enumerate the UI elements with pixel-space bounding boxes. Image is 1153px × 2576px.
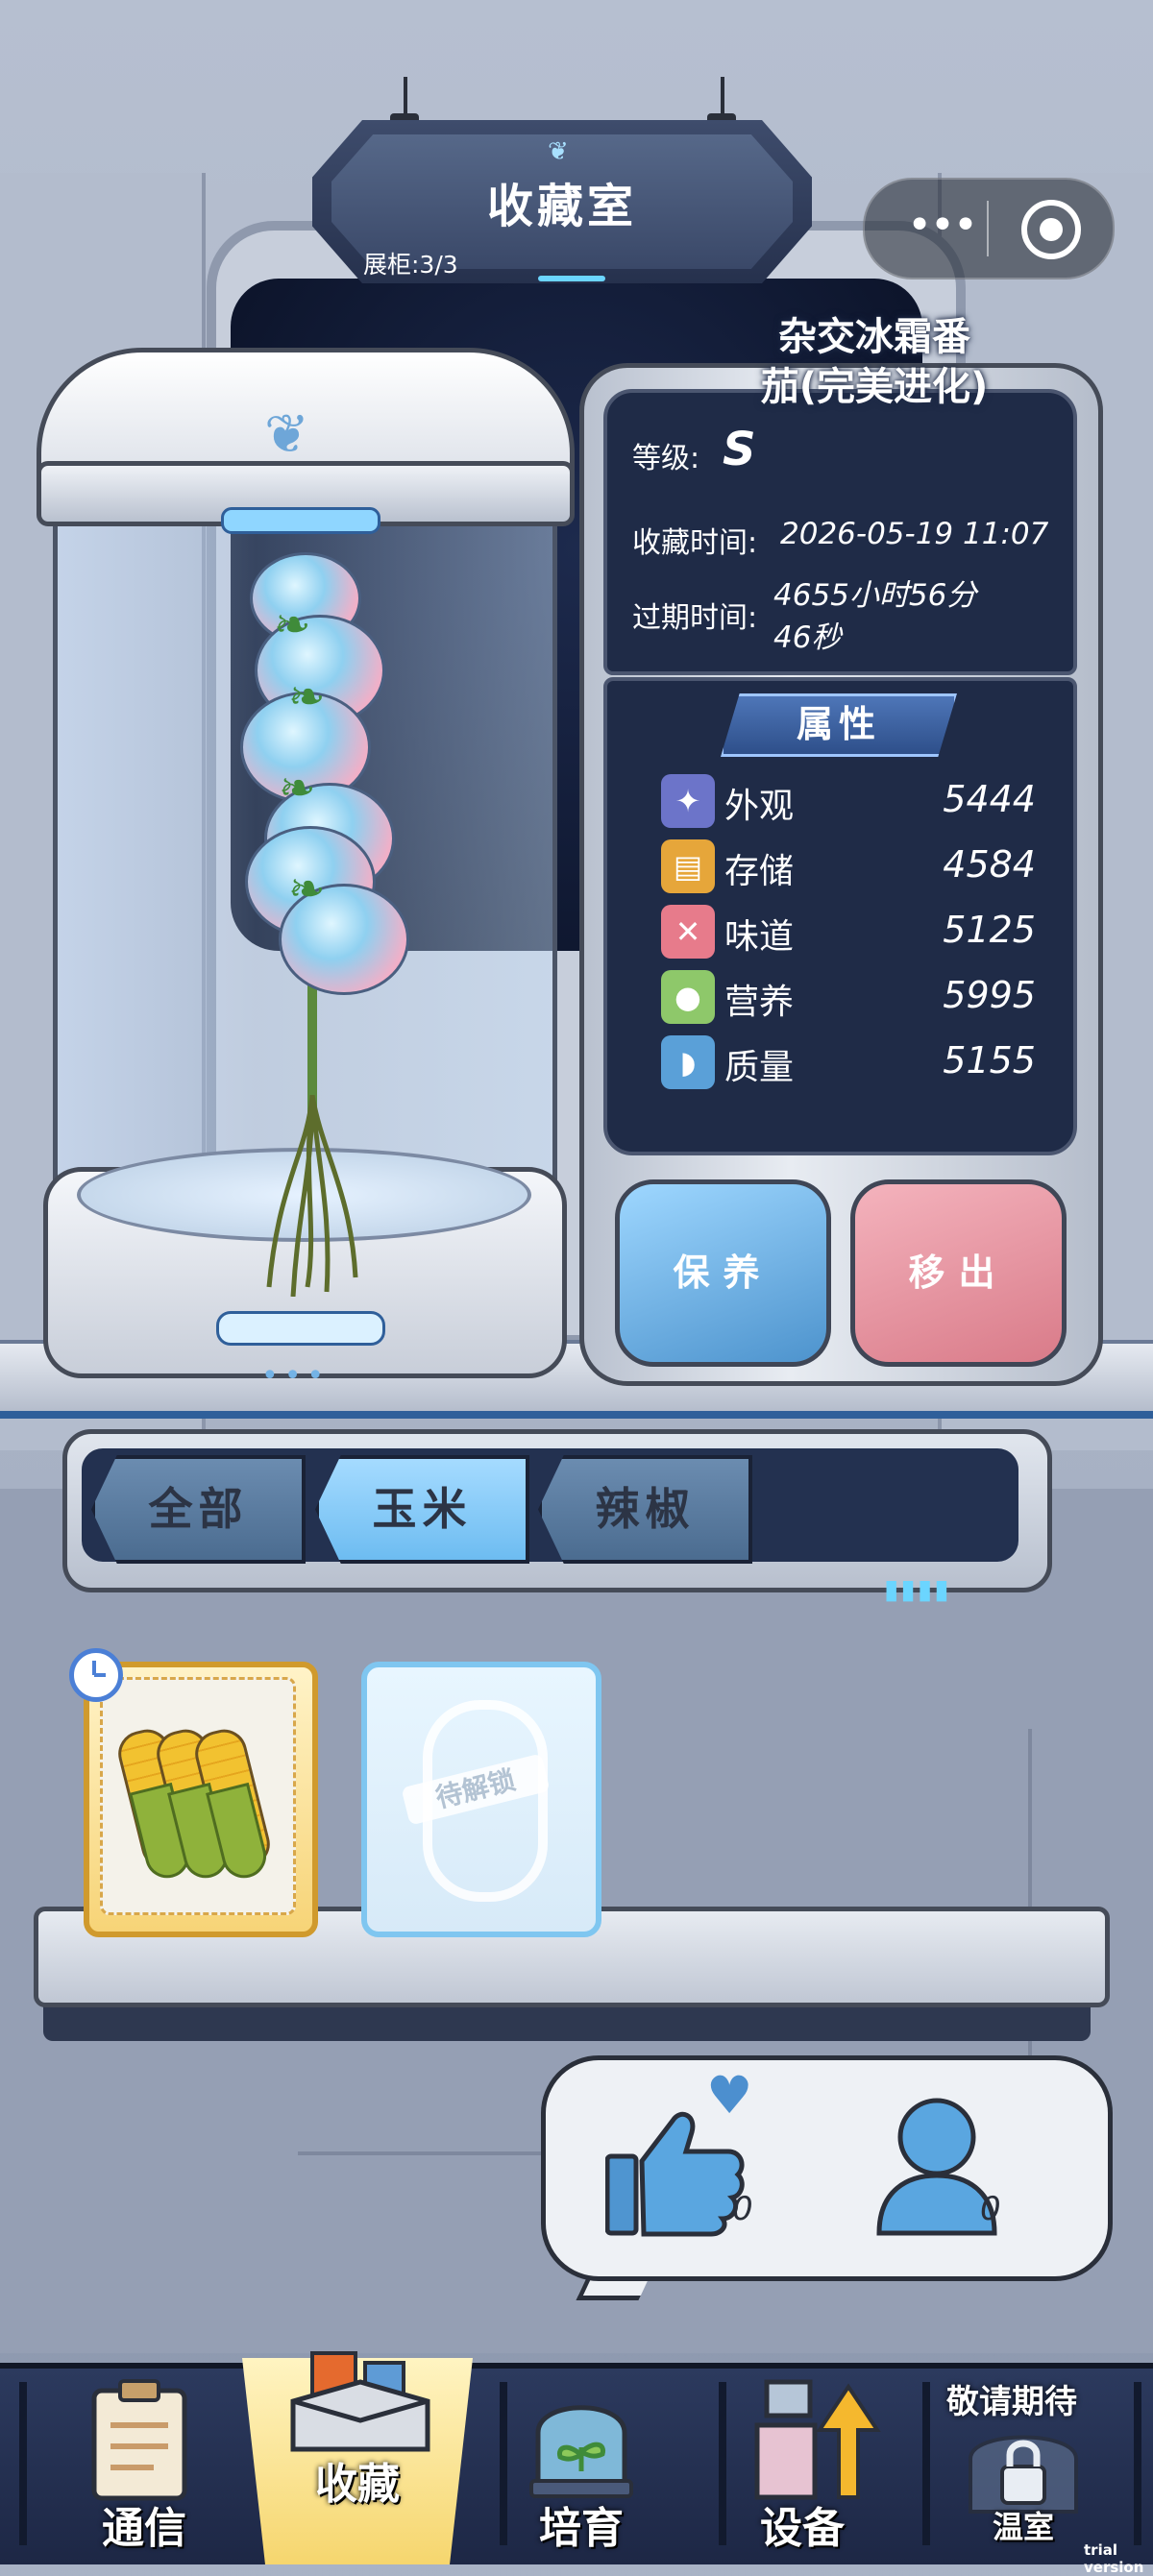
attribute-name: 营养 (724, 983, 795, 1022)
target-circle-icon[interactable] (1021, 200, 1081, 259)
shelf-edge (43, 2003, 1091, 2041)
attribute-value: 5125 (943, 909, 1036, 951)
jar-base-dots: ••• (261, 1359, 331, 1393)
attribute-value: 5155 (943, 1039, 1036, 1081)
attribute-value: 5444 (943, 778, 1036, 820)
attribute-row: ● 营养 5995 (661, 968, 1045, 1028)
attribute-name: 存储 (724, 852, 795, 891)
nav-divider (719, 2382, 726, 2545)
jar-lid-light (221, 507, 380, 534)
muscle-icon: ◗ (661, 1035, 715, 1089)
nav-label-communication: 通信 (102, 2504, 186, 2553)
page-title: 收藏室 (486, 180, 637, 233)
nav-label-breeding: 培育 (539, 2504, 624, 2553)
nav-label-collection: 收藏 (315, 2460, 400, 2509)
nav-divider (19, 2382, 27, 2545)
attribute-name: 质量 (724, 1048, 795, 1087)
plant-name-line1: 杂交冰霜番 (778, 315, 970, 359)
plant-name: 杂交冰霜番 茄(完美进化) (711, 312, 1038, 412)
sign-light (538, 276, 605, 281)
attribute-name: 外观 (724, 787, 795, 826)
jar-base-light (216, 1311, 385, 1346)
leaf-icon: ❧ (288, 670, 326, 722)
expire-time-line1: 4655小时56分 (773, 578, 977, 613)
trial-watermark: trial version (1084, 2541, 1144, 2576)
floor-line (298, 2151, 567, 2155)
leaf-icon: ❧ (288, 863, 326, 914)
tab-all[interactable]: 全部 (91, 1455, 306, 1564)
coming-soon-label: 敬请期待 (946, 2383, 1077, 2421)
attribute-name: 味道 (724, 917, 795, 957)
sparkle-icon: ✦ (661, 774, 715, 828)
tab-corn[interactable]: 玉米 (315, 1455, 529, 1564)
expire-time-line2: 46秒 (773, 620, 842, 655)
nav-divider (922, 2382, 930, 2545)
upgrade-arrow-icon (754, 2379, 881, 2500)
attribute-row: ▤ 存储 4584 (661, 838, 1045, 897)
expire-time-label: 过期时间: (632, 601, 758, 635)
leaf-icon: ❧ (279, 762, 316, 814)
like-count: 0 (732, 2190, 753, 2228)
nav-label-equipment: 设备 (760, 2504, 845, 2553)
tab-chili[interactable]: 辣椒 (538, 1455, 752, 1564)
utensils-icon: ✕ (661, 905, 715, 959)
remove-button[interactable]: 移出 (850, 1179, 1067, 1367)
grade-label: 等级: (632, 442, 700, 475)
plant-roots (266, 1095, 358, 1297)
nav-label-greenhouse: 温室 (992, 2509, 1054, 2545)
attribute-row: ✦ 外观 5444 (661, 772, 1045, 832)
clock-icon (69, 1648, 123, 1702)
nav-divider (1134, 2382, 1141, 2545)
visitor-count: 0 (980, 2190, 1001, 2228)
attribute-row: ◗ 质量 5155 (661, 1033, 1045, 1093)
collect-time-label: 收藏时间: (632, 526, 758, 560)
attribute-value: 5995 (943, 974, 1036, 1016)
cabinet-count: 展柜:3/3 (363, 251, 458, 279)
leaf-icon: ❧ (274, 598, 311, 650)
lock-icon (969, 2435, 1078, 2514)
heart-icon: ♥ (706, 2065, 753, 2126)
more-dots-icon[interactable]: ••• (898, 199, 985, 256)
collect-time-value: 2026-05-19 11:07 (780, 517, 1049, 551)
attributes-title: 属性 (721, 693, 957, 757)
filter-decoration: ▮▮▮▮ (884, 1573, 951, 1605)
leaf-icon: ❦ (548, 137, 569, 166)
attribute-row: ✕ 味道 5125 (661, 903, 1045, 962)
clipboard-icon (91, 2379, 187, 2501)
apple-icon: ● (661, 970, 715, 1024)
box-icon: ▤ (661, 839, 715, 893)
maintain-button[interactable]: 保养 (615, 1179, 831, 1367)
attribute-value: 4584 (943, 843, 1036, 886)
sprout-jar-icon (529, 2405, 633, 2498)
plant-name-line2: 茄(完美进化) (760, 365, 989, 409)
leaf-icon: ❦ (264, 403, 309, 466)
grade-value: S (723, 423, 756, 476)
box-open-icon (290, 2351, 430, 2452)
nav-divider (500, 2382, 507, 2545)
miniprogram-capsule: ••• (863, 178, 1115, 279)
capsule-divider (987, 201, 989, 256)
